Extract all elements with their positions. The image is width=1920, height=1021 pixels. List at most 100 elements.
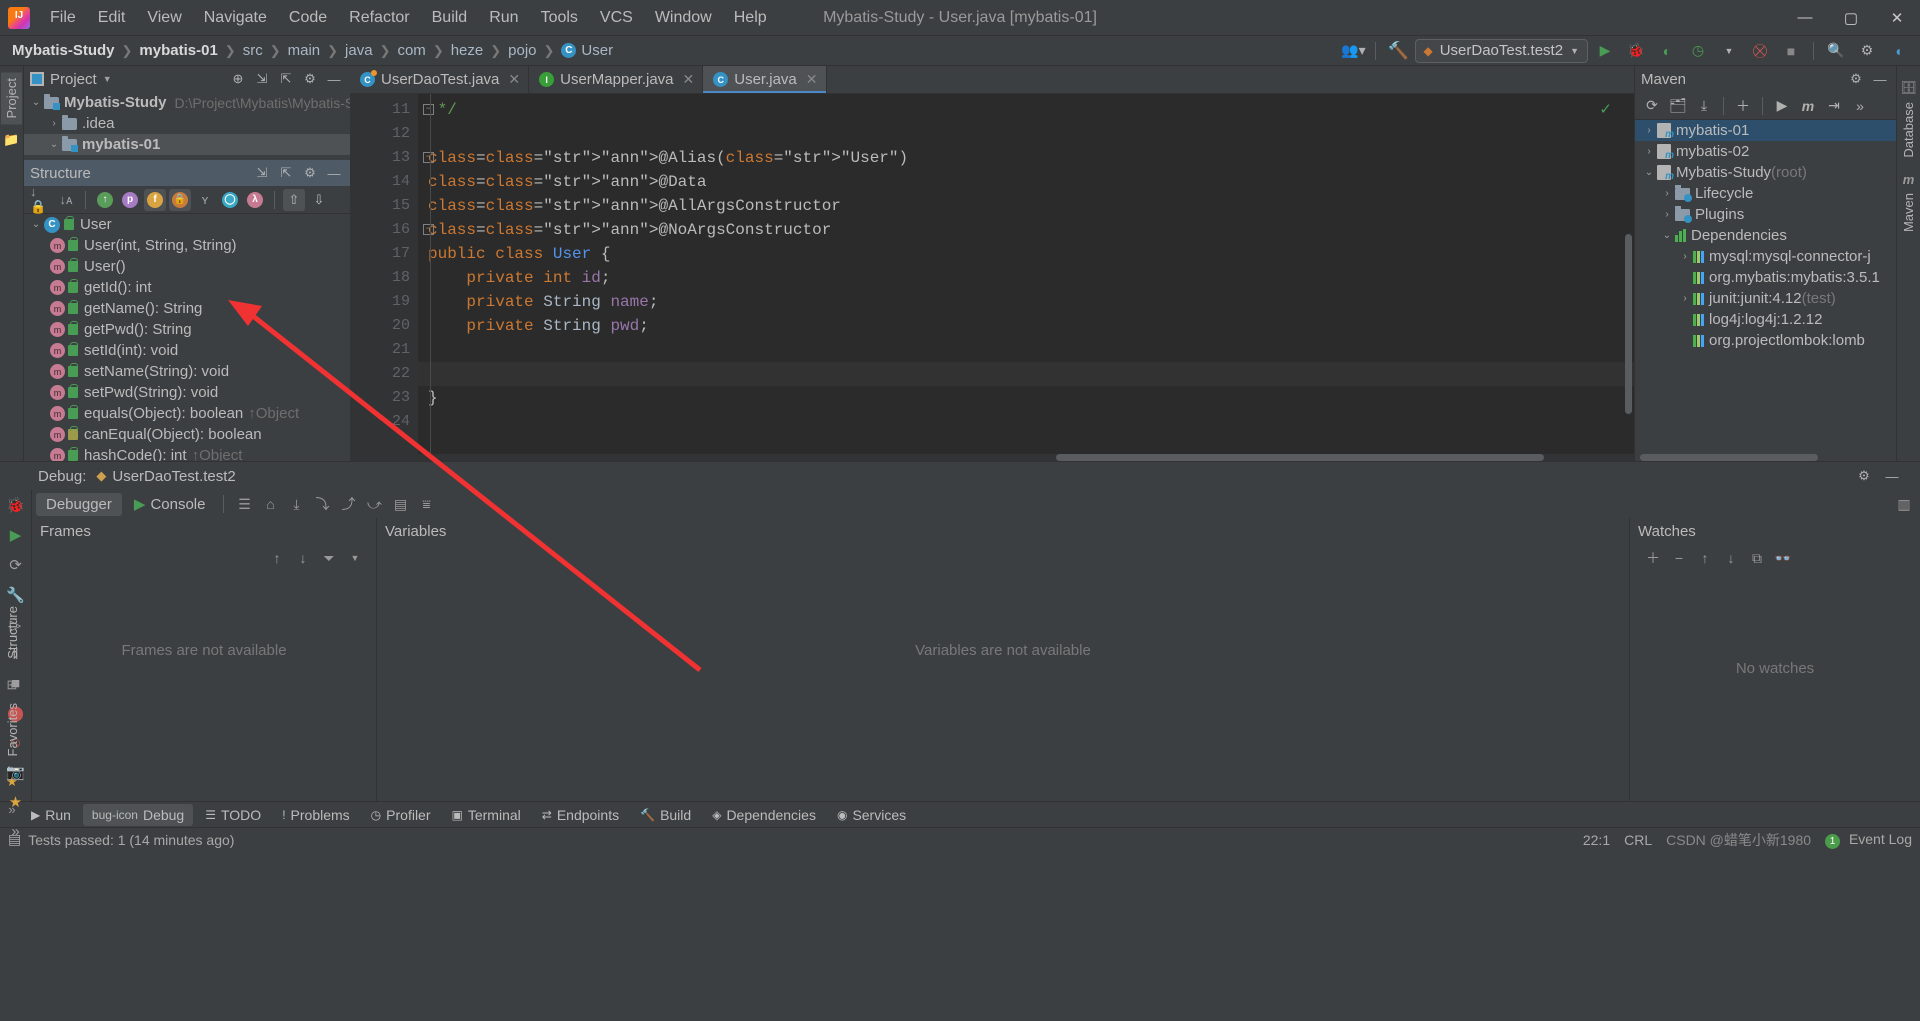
- tree-row-project-root[interactable]: ⌄ Mybatis-Study D:\Project\Mybatis\Mybat…: [24, 92, 350, 113]
- maven-tree-row[interactable]: › mysql:mysql-connector-j: [1635, 246, 1896, 267]
- menu-code[interactable]: Code: [279, 4, 337, 32]
- close-button[interactable]: ✕: [1874, 0, 1920, 35]
- show-execution-point-icon[interactable]: ⌂: [258, 493, 282, 515]
- code-line[interactable]: private int id;: [418, 266, 1634, 290]
- ide-features-icon[interactable]: ◖: [1884, 39, 1912, 63]
- code-editor[interactable]: 11− 12 13− 14 15 16− 17 18 19 20 21 22 23 24 */ class…: [350, 94, 1634, 461]
- code-line[interactable]: [418, 362, 1634, 386]
- maximize-button[interactable]: ▢: [1828, 0, 1874, 35]
- expand-arrow-icon[interactable]: ›: [1641, 146, 1657, 157]
- sidebar-tab-favorites[interactable]: Favorites: [2, 697, 23, 762]
- expand-arrow-icon[interactable]: ›: [1677, 335, 1693, 346]
- code-line[interactable]: class=class="str">"ann">@Alias(class="st…: [418, 146, 1634, 170]
- sidebar-tab-maven[interactable]: Maven: [1898, 187, 1919, 238]
- expand-arrow-icon[interactable]: ⌄: [1659, 230, 1675, 241]
- bottom-tab-services[interactable]: ◉ Services: [828, 804, 915, 826]
- show-lambdas-icon[interactable]: λ: [244, 189, 266, 211]
- show-inherited-icon[interactable]: ↑: [94, 189, 116, 211]
- run-configuration-selector[interactable]: ◆ UserDaoTest.test2 ▼: [1415, 38, 1588, 63]
- inspection-status-icon[interactable]: ✓: [1599, 100, 1612, 118]
- panel-settings-gear-icon[interactable]: ⚙: [300, 163, 320, 183]
- structure-row[interactable]: m User(int, String, String): [24, 235, 350, 256]
- debug-session[interactable]: ◆ UserDaoTest.test2: [96, 468, 235, 485]
- bottom-tab-todo[interactable]: ☰ TODO: [196, 804, 270, 826]
- editor-horizontal-scrollbar[interactable]: [350, 454, 1634, 461]
- code-line[interactable]: [418, 338, 1634, 362]
- breadcrumb-item-1[interactable]: mybatis-01: [139, 42, 217, 59]
- debug-bug-icon[interactable]: 🐞: [6, 496, 25, 514]
- reload-projects-icon[interactable]: ⟳: [1640, 95, 1664, 117]
- expand-arrow-icon[interactable]: ›: [1677, 293, 1693, 304]
- expand-all-icon[interactable]: ⇲: [252, 69, 272, 89]
- code-line[interactable]: private String pwd;: [418, 314, 1634, 338]
- toggle-offline-icon[interactable]: ⇥: [1822, 95, 1846, 117]
- code-line[interactable]: class=class="str">"ann">@AllArgsConstruc…: [418, 194, 1634, 218]
- move-up-icon[interactable]: ↑: [1694, 547, 1716, 569]
- hide-panel-icon[interactable]: —: [324, 163, 344, 183]
- step-out-icon[interactable]: ⤴: [336, 493, 360, 515]
- code-line[interactable]: */: [418, 98, 1634, 122]
- tab-UserMapper[interactable]: I UserMapper.java ✕: [529, 66, 704, 93]
- download-sources-icon[interactable]: ⤓: [1692, 95, 1716, 117]
- add-watch-icon[interactable]: ＋: [1642, 547, 1664, 569]
- step-into-icon[interactable]: ⤵: [310, 493, 334, 515]
- breadcrumb-item-4[interactable]: java: [345, 42, 373, 59]
- structure-row[interactable]: m getPwd(): String: [24, 319, 350, 340]
- stop-button[interactable]: ■: [1777, 39, 1805, 63]
- execute-maven-goal-icon[interactable]: m: [1796, 95, 1820, 117]
- code-line[interactable]: [418, 122, 1634, 146]
- bottom-tab-debug[interactable]: bug-icon Debug: [82, 803, 194, 826]
- chevron-down-icon[interactable]: ▼: [1715, 39, 1743, 63]
- maven-tree-row[interactable]: › Plugins: [1635, 204, 1896, 225]
- step-over-icon[interactable]: ⤓: [284, 493, 308, 515]
- expand-arrow-icon[interactable]: ›: [46, 118, 62, 129]
- expand-arrow-icon[interactable]: ⌄: [28, 219, 44, 230]
- filter-icon[interactable]: ⏷: [318, 547, 340, 569]
- more-options-icon[interactable]: »: [1848, 95, 1872, 117]
- minimize-button[interactable]: —: [1782, 0, 1828, 35]
- bottom-tab-dependencies[interactable]: ◈ Dependencies: [703, 804, 825, 826]
- chevron-down-icon[interactable]: ▼: [103, 74, 112, 84]
- menu-vcs[interactable]: VCS: [590, 4, 643, 32]
- caret-position[interactable]: 22:1: [1583, 832, 1610, 848]
- panel-settings-gear-icon[interactable]: ⚙: [300, 69, 320, 89]
- sidebar-tab-structure[interactable]: Structure: [2, 600, 23, 665]
- menu-navigate[interactable]: Navigate: [194, 4, 277, 32]
- close-tab-icon[interactable]: ✕: [508, 71, 520, 88]
- maven-tree-row[interactable]: › junit:junit:4.12 (test): [1635, 288, 1896, 309]
- generate-sources-icon[interactable]: 🗂: [1666, 95, 1690, 117]
- editor-vertical-scrollbar[interactable]: [1625, 234, 1632, 414]
- code-content[interactable]: */ class=class="str">"ann">@Alias(class=…: [418, 94, 1634, 461]
- code-line[interactable]: public class User {: [418, 242, 1634, 266]
- copy-icon[interactable]: ⧉: [1746, 547, 1768, 569]
- tab-UserDaoTest[interactable]: C UserDaoTest.java ✕: [350, 66, 530, 93]
- show-interfaces-icon[interactable]: ◯: [219, 189, 241, 211]
- menu-run[interactable]: Run: [479, 4, 528, 32]
- attach-debugger-icon[interactable]: ⛒: [1746, 39, 1774, 63]
- menu-help[interactable]: Help: [724, 4, 777, 32]
- expand-arrow-icon[interactable]: ›: [1641, 125, 1657, 136]
- show-properties-icon[interactable]: p: [119, 189, 141, 211]
- expand-all-icon[interactable]: ⇲: [252, 163, 272, 183]
- link-icon[interactable]: 👓: [1772, 547, 1794, 569]
- add-maven-project-icon[interactable]: ＋: [1731, 95, 1755, 117]
- structure-row[interactable]: m setPwd(String): void: [24, 382, 350, 403]
- expand-arrow-icon[interactable]: ›: [1659, 188, 1675, 199]
- tab-console[interactable]: ▶ Console: [124, 492, 216, 516]
- bottom-tab-problems[interactable]: ! Problems: [273, 804, 358, 826]
- code-line[interactable]: private String name;: [418, 290, 1634, 314]
- close-tab-icon[interactable]: ✕: [683, 71, 695, 88]
- sort-alphabetically-icon[interactable]: ↓ᴀ: [55, 189, 77, 211]
- expand-arrow-icon[interactable]: ›: [1677, 251, 1693, 262]
- settings-lines-icon[interactable]: ⩸: [414, 493, 438, 515]
- search-icon[interactable]: 🔍: [1822, 39, 1850, 63]
- panel-settings-gear-icon[interactable]: ⚙: [1846, 69, 1866, 89]
- maven-tree-row[interactable]: › mybatis-01: [1635, 120, 1896, 141]
- structure-row[interactable]: m getId(): int: [24, 277, 350, 298]
- structure-row-class[interactable]: ⌄ C User: [24, 214, 350, 235]
- debug-settings-gear-icon[interactable]: ⚙: [1854, 466, 1874, 486]
- expand-arrow-icon[interactable]: ⌄: [28, 97, 44, 108]
- chevron-down-icon[interactable]: ▼: [344, 547, 366, 569]
- menu-edit[interactable]: Edit: [88, 4, 136, 32]
- menu-view[interactable]: View: [137, 4, 191, 32]
